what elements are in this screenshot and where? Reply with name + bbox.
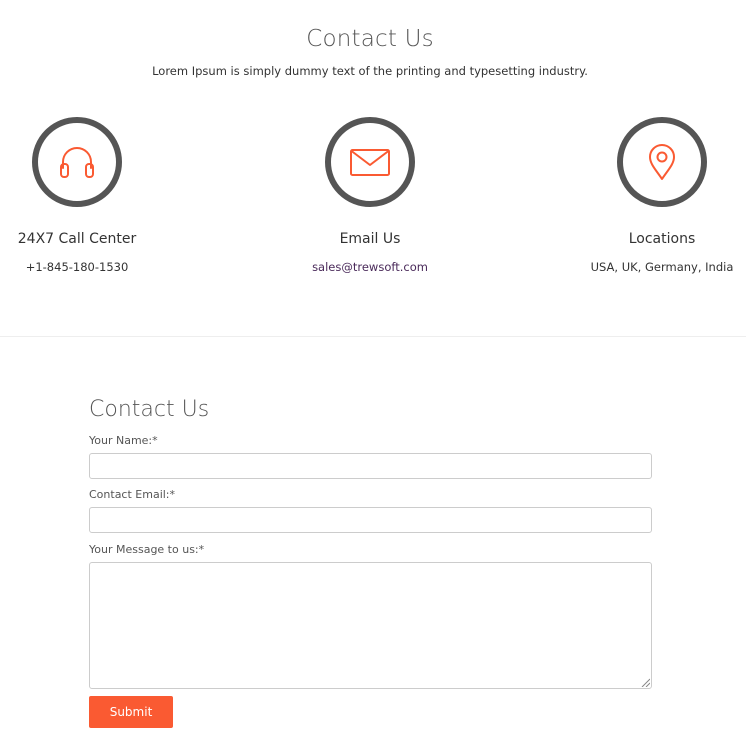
- card-title: Locations: [628, 231, 696, 247]
- headphones-icon: [60, 147, 94, 178]
- contact-card-locations: Locations USA, UK, Germany, India: [552, 117, 746, 274]
- name-field[interactable]: [89, 453, 652, 479]
- card-title: Email Us: [339, 231, 401, 247]
- contact-card-email: Email Us sales@trewsoft.com: [260, 117, 480, 274]
- hero-subtitle: Lorem Ipsum is simply dummy text of the …: [152, 64, 588, 78]
- email-field[interactable]: [89, 507, 652, 533]
- icon-circle: [325, 117, 415, 207]
- hero-title: Contact Us: [306, 26, 434, 52]
- map-pin-icon: [649, 144, 675, 180]
- message-textarea[interactable]: [89, 562, 652, 689]
- form-title: Contact Us: [89, 397, 210, 422]
- icon-circle: [32, 117, 122, 207]
- email-link[interactable]: sales@trewsoft.com: [260, 260, 480, 274]
- resize-grip-icon[interactable]: [641, 678, 650, 687]
- contact-card-call-center: 24X7 Call Center +1-845-180-1530: [0, 117, 187, 274]
- envelope-icon: [350, 149, 390, 176]
- email-label: Contact Email:*: [89, 488, 176, 501]
- icon-circle: [617, 117, 707, 207]
- locations-list: USA, UK, Germany, India: [590, 260, 734, 274]
- message-label: Your Message to us:*: [89, 543, 205, 556]
- card-title: 24X7 Call Center: [17, 231, 137, 247]
- section-divider: [0, 336, 746, 337]
- phone-number: +1-845-180-1530: [25, 260, 129, 274]
- submit-button[interactable]: Submit: [89, 696, 173, 728]
- name-label: Your Name:*: [89, 434, 158, 447]
